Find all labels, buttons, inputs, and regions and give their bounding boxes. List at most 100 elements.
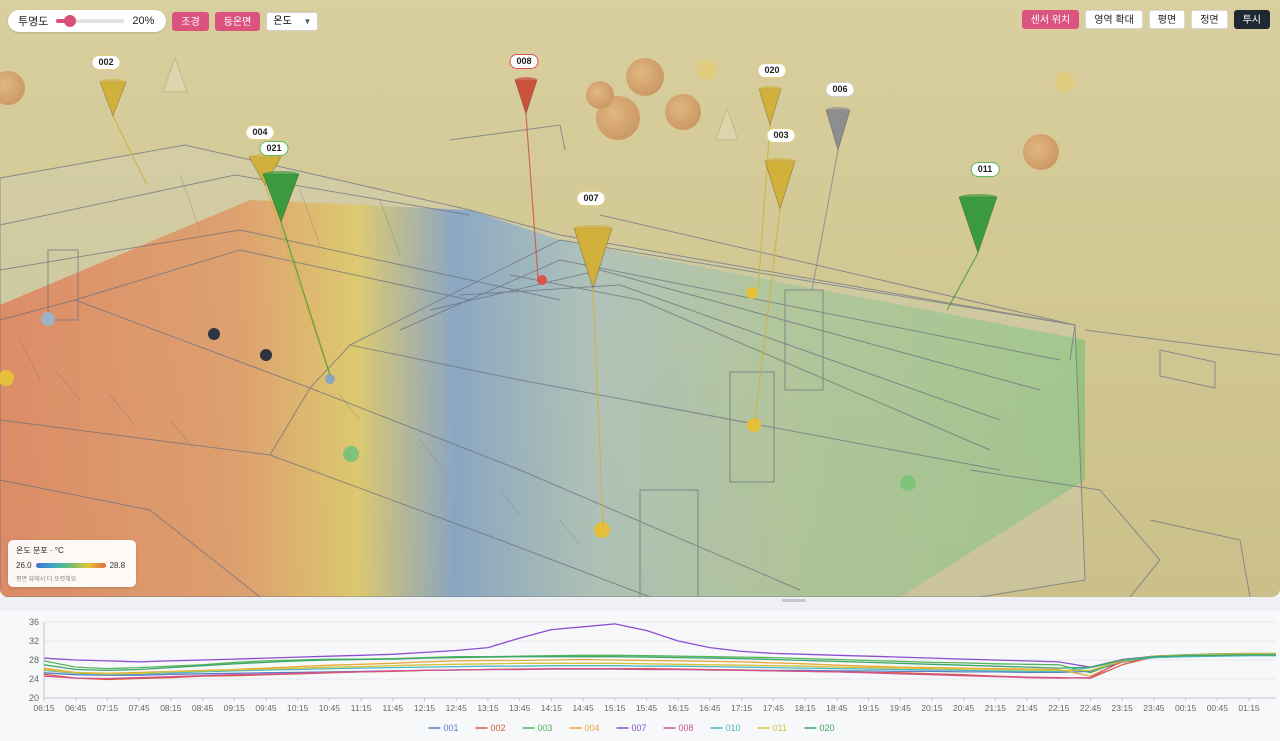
legend-entry[interactable]: 002 <box>491 723 506 733</box>
tree <box>1055 72 1075 92</box>
legend-entry[interactable]: 010 <box>726 723 741 733</box>
sensor-marker-icon[interactable] <box>514 79 538 116</box>
tree <box>697 60 717 80</box>
x-tick-label: 00:15 <box>1175 703 1197 713</box>
x-tick-label: 22:45 <box>1080 703 1102 713</box>
temperature-line-chart: 20 24 28 32 36 06:15 06:45 07:15 07:45 08:15 08:45… <box>29 617 1276 733</box>
sensor-marker-icon[interactable] <box>99 81 127 118</box>
y-tick-label: 24 <box>29 674 39 684</box>
sensor-marker-icon[interactable] <box>764 160 796 211</box>
x-tick-label: 00:45 <box>1207 703 1229 713</box>
chevron-down-icon: ▼ <box>303 16 312 26</box>
landscape-toggle[interactable]: 조경 <box>172 11 209 31</box>
sensor-point[interactable] <box>537 275 547 285</box>
contour-toggle[interactable]: 등온면 <box>214 11 261 31</box>
sensor-marker-cap <box>826 107 850 113</box>
x-tick-label: 17:15 <box>731 703 753 713</box>
tree <box>665 94 701 130</box>
x-tick-label: 11:15 <box>351 703 372 713</box>
legend-entry[interactable]: 011 <box>773 723 787 733</box>
sensor-marker-cap <box>515 77 537 83</box>
opacity-slider[interactable] <box>56 15 125 27</box>
x-tick-label: 20:45 <box>953 703 975 713</box>
sensor-marker-icon[interactable] <box>758 88 782 127</box>
sensor-point[interactable] <box>594 522 610 538</box>
perspective-view-button[interactable]: 투시 <box>1233 10 1270 29</box>
legend-min: 26.0 <box>16 561 32 570</box>
sensor-marker-cap <box>765 158 795 164</box>
sensor-marker-icon[interactable] <box>825 109 851 152</box>
view-toolbar-left: 투명도 20% 조경 등온면 온도 ▼ <box>8 10 319 32</box>
sensor-point[interactable] <box>900 475 916 491</box>
legend-title: 온도 분포 · °C <box>16 546 64 555</box>
sensor-label[interactable]: 007 <box>576 191 606 206</box>
x-tick-label: 10:45 <box>319 703 341 713</box>
x-tick-label: 09:45 <box>255 703 277 713</box>
sensor-label[interactable]: 003 <box>766 128 796 143</box>
x-tick-label: 17:45 <box>763 703 785 713</box>
sensor-label[interactable]: 002 <box>91 55 121 70</box>
temperature-legend: 온도 분포 · °C 26.0 28.8 평면 뷰에서 더 또렷해요 <box>8 540 136 587</box>
x-tick-label: 10:15 <box>287 703 309 713</box>
x-tick-label: 18:45 <box>826 703 848 713</box>
x-tick-label: 18:15 <box>794 703 816 713</box>
legend-max: 28.8 <box>109 561 126 570</box>
sensor-label[interactable]: 011 <box>970 162 1000 177</box>
x-tick-label: 07:15 <box>97 703 119 713</box>
sensor-marker-cap <box>959 194 997 200</box>
tree <box>1023 134 1059 170</box>
sensor-marker-icon[interactable] <box>958 196 998 255</box>
tree <box>0 71 25 105</box>
3d-viewport[interactable]: 002 008 020 006 004 021 003 007 011 투명도 20% 조경 등… <box>0 0 1280 597</box>
sensor-point[interactable] <box>260 349 272 361</box>
legend-entry[interactable]: 008 <box>679 723 694 733</box>
sensor-point[interactable] <box>41 312 55 326</box>
sensor-label[interactable]: 021 <box>259 141 289 156</box>
x-tick-label: 13:15 <box>477 703 499 713</box>
x-tick-label: 07:45 <box>128 703 150 713</box>
legend-entry[interactable]: 003 <box>538 723 553 733</box>
x-tick-label: 14:45 <box>572 703 594 713</box>
x-tick-label: 16:45 <box>699 703 721 713</box>
x-tick-label: 15:45 <box>636 703 658 713</box>
legend-entry[interactable]: 007 <box>632 723 647 733</box>
y-tick-label: 20 <box>29 693 39 703</box>
sensor-point[interactable] <box>208 328 220 340</box>
zoom-area-button[interactable]: 영역 확대 <box>1085 10 1143 29</box>
x-tick-label: 22:15 <box>1048 703 1070 713</box>
x-tick-label: 14:15 <box>541 703 563 713</box>
sensor-point[interactable] <box>343 446 359 462</box>
sensor-label[interactable]: 020 <box>757 63 787 78</box>
building-scene[interactable] <box>0 0 1280 597</box>
y-tick-label: 36 <box>29 617 39 627</box>
x-tick-label: 11:45 <box>383 703 404 713</box>
sensor-label[interactable]: 006 <box>825 82 855 97</box>
tree <box>162 56 188 93</box>
view-toolbar-right: 센서 위치 영역 확대 평면 정면 투시 <box>1021 10 1270 29</box>
legend-entry[interactable]: 020 <box>820 723 835 733</box>
sensor-point[interactable] <box>325 374 335 384</box>
legend-entry[interactable]: 001 <box>444 723 459 733</box>
legend-entry[interactable]: 004 <box>585 723 600 733</box>
metric-select[interactable]: 온도 ▼ <box>266 11 319 31</box>
panel-resize-handle[interactable] <box>0 597 1280 611</box>
x-tick-label: 23:45 <box>1143 703 1165 713</box>
x-tick-label: 21:45 <box>1016 703 1038 713</box>
legend-hint: 평면 뷰에서 더 또렷해요 <box>16 577 77 583</box>
x-tick-label: 23:15 <box>1112 703 1134 713</box>
opacity-label: 투명도 <box>18 16 49 28</box>
y-tick-label: 28 <box>29 655 39 665</box>
plan-view-button[interactable]: 평면 <box>1148 10 1186 29</box>
front-view-button[interactable]: 정면 <box>1191 10 1228 29</box>
legend-color-bar <box>35 563 106 568</box>
sensor-label[interactable]: 008 <box>509 54 539 69</box>
sensor-point[interactable] <box>746 287 758 299</box>
sensor-marker-cap <box>759 86 781 92</box>
x-tick-label: 06:45 <box>65 703 87 713</box>
sensor-location-button[interactable]: 센서 위치 <box>1021 10 1080 29</box>
sensor-label[interactable]: 004 <box>245 125 275 140</box>
x-tick-label: 21:15 <box>985 703 1007 713</box>
resize-grip-icon[interactable] <box>782 599 806 602</box>
opacity-slider-thumb[interactable] <box>63 15 76 27</box>
sensor-point[interactable] <box>747 418 761 432</box>
